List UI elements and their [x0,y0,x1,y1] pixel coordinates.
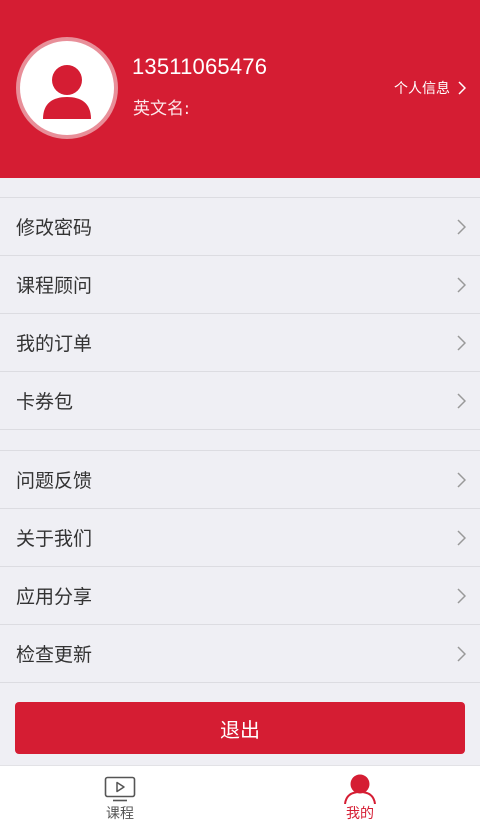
tab-courses[interactable]: 课程 [0,766,240,829]
menu-item-label: 关于我们 [16,528,93,550]
chevron-right-icon [458,81,466,95]
chevron-right-icon [457,276,466,293]
chevron-right-icon [457,587,466,604]
menu-item-about-us[interactable]: 关于我们 [0,509,480,567]
menu-item-change-password[interactable]: 修改密码 [0,198,480,256]
profile-header: 13511065476 英文名: 个人信息 [0,0,480,178]
chevron-right-icon [457,334,466,351]
menu-item-label: 应用分享 [16,586,93,608]
menu-item-my-orders[interactable]: 我的订单 [0,314,480,372]
menu-group-app: 问题反馈 关于我们 应用分享 检查更新 [0,450,480,683]
menu-item-label: 课程顾问 [16,275,93,297]
chevron-right-icon [457,471,466,488]
menu-item-label: 问题反馈 [16,470,93,492]
menu-item-label: 修改密码 [16,217,93,239]
tab-mine-label: 我的 [346,806,374,822]
menu-item-course-advisor[interactable]: 课程顾问 [0,256,480,314]
tab-courses-label: 课程 [106,806,134,822]
user-icon [343,774,377,804]
video-play-icon [104,775,136,803]
tab-mine[interactable]: 我的 [240,766,480,829]
avatar[interactable] [16,37,118,139]
menu-item-label: 卡券包 [16,391,74,413]
menu-group-account: 修改密码 课程顾问 我的订单 卡券包 [0,197,480,430]
english-name-label: 英文名: [133,99,190,119]
logout-button[interactable]: 退出 [15,702,465,754]
menu-item-check-update[interactable]: 检查更新 [0,625,480,683]
phone-number: 13511065476 [132,54,268,79]
user-silhouette-icon [43,65,91,119]
chevron-right-icon [457,645,466,662]
avatar-image [20,41,114,135]
chevron-right-icon [457,392,466,409]
english-name-row: 英文名: [133,97,190,121]
menu-item-share-app[interactable]: 应用分享 [0,567,480,625]
personal-info-label: 个人信息 [394,81,450,97]
menu-item-label: 我的订单 [16,333,93,355]
menu-item-coupons[interactable]: 卡券包 [0,372,480,430]
personal-info-link[interactable]: 个人信息 [394,77,466,99]
menu-item-feedback[interactable]: 问题反馈 [0,451,480,509]
bottom-tab-bar: 课程 我的 [0,765,480,829]
chevron-right-icon [457,529,466,546]
menu-item-label: 检查更新 [16,644,93,666]
chevron-right-icon [457,218,466,235]
